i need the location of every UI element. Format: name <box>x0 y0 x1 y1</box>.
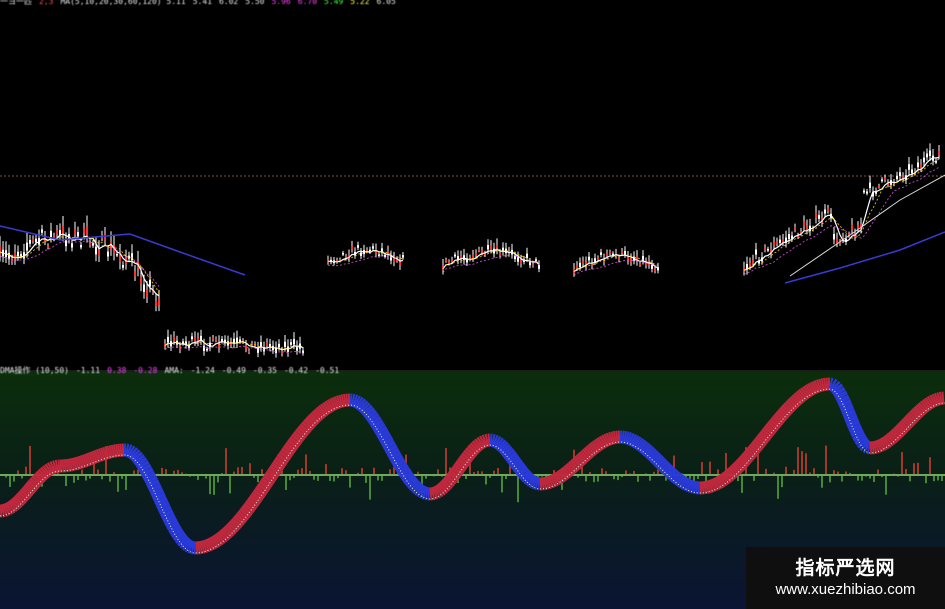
candle-group-2 <box>327 240 404 270</box>
ma-info-value-0: 一ヨ一匹 <box>0 0 32 6</box>
watermark-title: 指标严选网 <box>795 557 896 579</box>
price-chart-panel[interactable] <box>0 0 945 372</box>
ma-info-value-3: 5.41 <box>192 0 212 6</box>
watermark: 指标严选网 www.xuezhibiao.com <box>746 547 945 609</box>
indicator-info-value-7: -0.35 <box>252 366 277 375</box>
indicator-info-value-5: -1.24 <box>190 366 215 375</box>
candle-group-0 <box>0 215 160 312</box>
indicator-info-value-8: -0.42 <box>283 366 309 375</box>
ma-info-value-6: 5.96 <box>271 0 291 6</box>
indicator-info-value-9: -0.51 <box>315 366 340 375</box>
ma-long-right <box>784 231 945 284</box>
ma-info-value-7: 6.70 <box>297 0 318 6</box>
ma-info-value-8: 5.49 <box>324 0 344 6</box>
candle-group-1 <box>164 329 304 358</box>
indicator-info-value-4: AMA: <box>164 366 184 375</box>
ma-info-value-9: 5.22 <box>350 0 370 6</box>
ma-info-value-2: MA(5,10,20,30,60,120) 5.11 <box>60 0 186 6</box>
indicator-info-value-0: DMA操作 (10,50) <box>0 366 69 375</box>
ma-info-bar: 一ヨ一匹 2,3 MA(5,10,20,30,60,120) 5.11 5.41 6.0… <box>0 0 403 9</box>
ma-info-value-10: 6.05 <box>376 0 396 6</box>
candle-group-4 <box>573 246 659 277</box>
watermark-url: www.xuezhibiao.com <box>775 581 916 598</box>
candle-group-5 <box>743 143 940 276</box>
indicator-info-value-3: -0.28 <box>133 366 158 375</box>
indicator-info-bar: DMA操作 (10,50) -1.11 0.38 -0.28 AMA: -1.24 -0.4… <box>0 364 346 378</box>
indicator-info-value-6: -0.49 <box>221 366 246 375</box>
ma-info-value-1: 2,3 <box>39 0 54 6</box>
price-chart-canvas <box>0 143 945 372</box>
ma-info-value-5: 5.50 <box>245 0 265 6</box>
indicator-info-value-1: -1.11 <box>75 366 101 375</box>
candle-group-3 <box>442 238 540 275</box>
indicator-info-value-2: 0.38 <box>107 366 127 375</box>
ma-info-value-4: 6.02 <box>218 0 239 6</box>
